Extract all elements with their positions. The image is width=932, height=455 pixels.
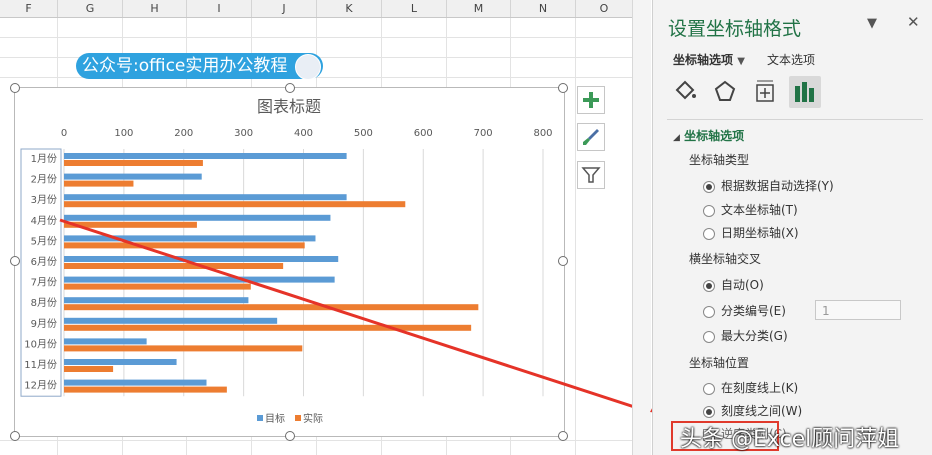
axis-type-auto-label: 根据数据自动选择(Y) <box>721 179 834 193</box>
position-between-tick-label: 刻度线之间(W) <box>721 404 803 418</box>
radio-off <box>703 204 715 217</box>
cross-auto-label: 自动(O) <box>721 278 764 292</box>
tab-text-options[interactable]: 文本选项 <box>767 51 815 68</box>
axis-options-tab[interactable] <box>789 76 821 108</box>
radio-off <box>703 305 715 318</box>
position-between-tick-radio[interactable]: 刻度线之间(W) <box>703 403 802 419</box>
axis-type-date-label: 日期坐标轴(X) <box>721 226 799 240</box>
divider <box>667 119 923 120</box>
bar-chart-icon <box>795 82 814 102</box>
radio-on <box>703 180 715 193</box>
cross-auto-radio[interactable]: 自动(O) <box>703 277 764 293</box>
section-axis-options-label: 坐标轴选项 <box>684 129 745 143</box>
fill-line-tab[interactable] <box>669 76 701 108</box>
radio-on <box>703 405 715 418</box>
radio-off <box>703 382 715 395</box>
close-icon[interactable]: ✕ <box>907 13 920 31</box>
size-properties-tab[interactable] <box>749 76 781 108</box>
position-on-tick-radio[interactable]: 在刻度线上(K) <box>703 380 798 396</box>
axis-type-label: 坐标轴类型 <box>689 153 750 167</box>
tab-axis-options-label: 坐标轴选项 <box>673 53 734 67</box>
axis-position-label: 坐标轴位置 <box>689 356 750 370</box>
effects-tab[interactable] <box>709 76 741 108</box>
radio-off <box>703 330 715 343</box>
cross-category-number-radio[interactable]: 分类编号(E) <box>703 303 786 319</box>
chevron-down-icon: ▼ <box>737 56 745 67</box>
pane-title: 设置坐标轴格式 <box>668 18 802 40</box>
annotation-arrow <box>59 218 632 408</box>
cross-max-category-radio[interactable]: 最大分类(G) <box>703 328 788 344</box>
axis-type-text-radio[interactable]: 文本坐标轴(T) <box>703 202 798 218</box>
axis-type-auto-radio[interactable]: 根据数据自动选择(Y) <box>703 178 834 194</box>
collapse-triangle-icon: ◢ <box>673 133 680 143</box>
pane-options-chevron-icon[interactable]: ▼ <box>867 16 877 31</box>
cross-max-category-label: 最大分类(G) <box>721 329 788 343</box>
pentagon-icon <box>714 80 736 101</box>
worksheet[interactable]: F G H I J K L M N O 公众号:office实用办公教程 图表标… <box>0 0 632 455</box>
position-on-tick-label: 在刻度线上(K) <box>721 381 799 395</box>
paint-bucket-icon <box>675 80 696 100</box>
category-number-input[interactable]: 1 <box>815 300 901 320</box>
cross-category-number-label: 分类编号(E) <box>721 304 786 318</box>
section-axis-options[interactable]: ◢ 坐标轴选项 <box>673 127 744 144</box>
format-axis-pane: 设置坐标轴格式 ▼ ✕ 坐标轴选项 ▼ 文本选项 ◢ 坐标轴选项 坐标轴类型 根… <box>652 0 932 455</box>
cross-label: 横坐标轴交叉 <box>689 252 762 266</box>
radio-off <box>703 227 715 240</box>
size-properties-icon <box>756 80 774 102</box>
tab-axis-options[interactable]: 坐标轴选项 ▼ <box>673 51 745 68</box>
watermark-text: 头条 @Excel顾问萍姐 <box>680 427 900 452</box>
axis-type-text-label: 文本坐标轴(T) <box>721 203 798 217</box>
radio-on <box>703 279 715 292</box>
axis-type-date-radio[interactable]: 日期坐标轴(X) <box>703 225 799 241</box>
